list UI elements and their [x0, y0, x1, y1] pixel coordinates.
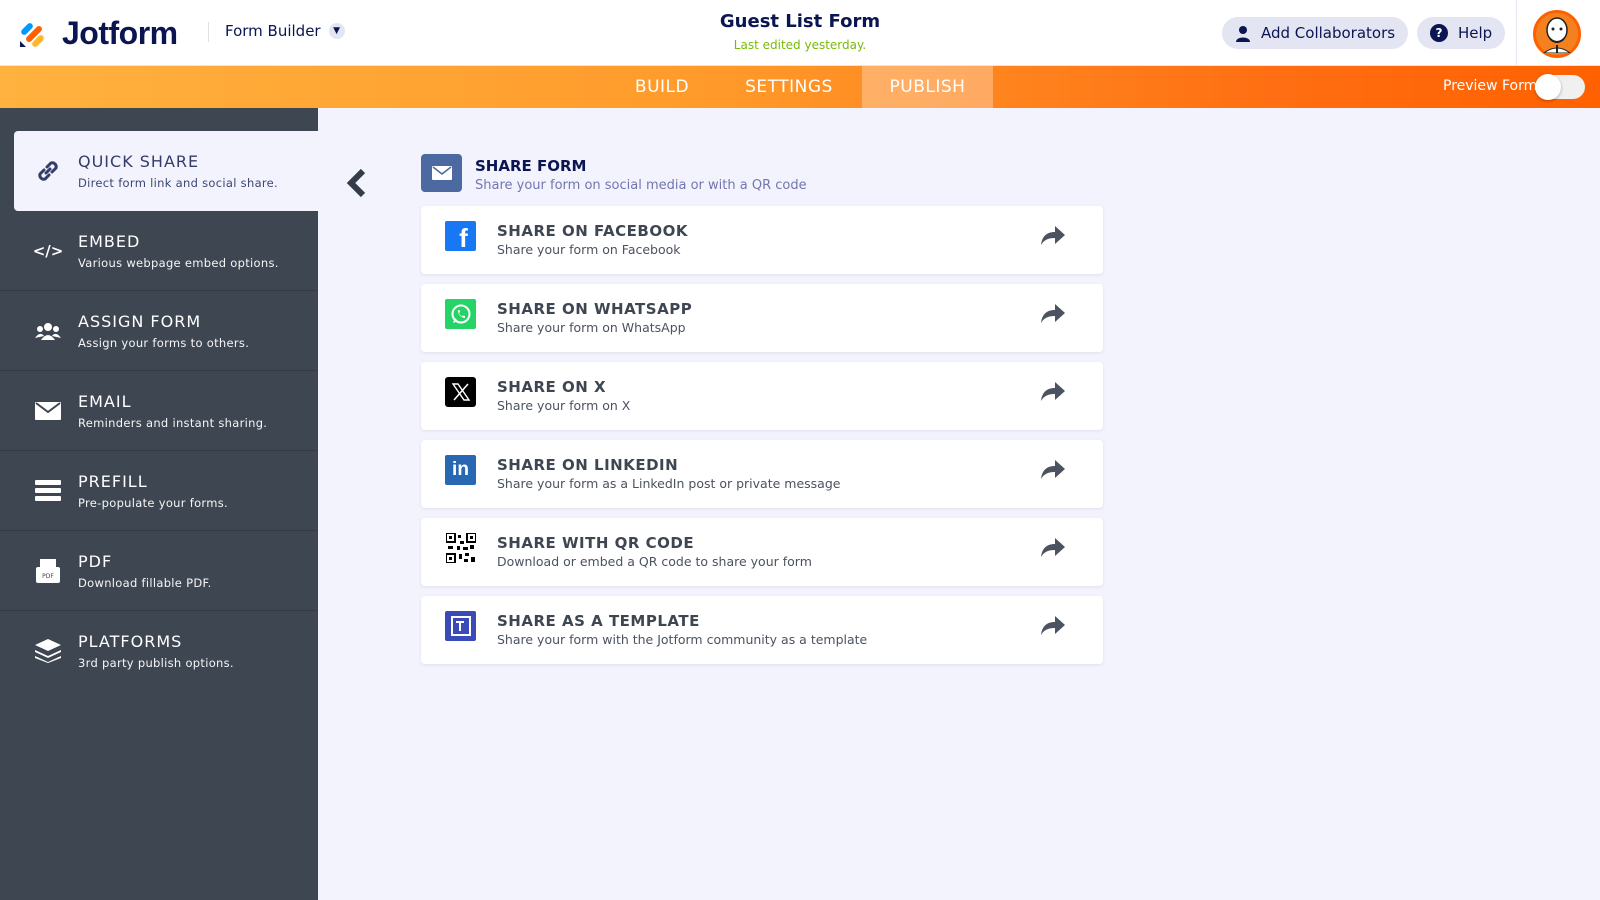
- layers-icon: [34, 637, 62, 665]
- divider: [1516, 0, 1517, 66]
- sidebar-item-assign-form[interactable]: ASSIGN FORM Assign your forms to others.: [0, 291, 318, 371]
- option-title: SHARE WITH QR CODE: [497, 534, 695, 552]
- user-avatar-icon: [1543, 17, 1571, 53]
- x-icon: [445, 377, 476, 407]
- code-icon: </>: [32, 242, 64, 260]
- pdf-icon: PDF: [34, 557, 62, 585]
- facebook-icon: f: [445, 221, 476, 251]
- sidebar-item-quick-share[interactable]: QUICK SHARE Direct form link and social …: [14, 131, 318, 211]
- option-title: SHARE ON LINKEDIN: [497, 456, 679, 474]
- top-header: Jotform Form Builder ▼ Guest List Form La…: [0, 0, 1600, 66]
- sidebar-item-platforms[interactable]: PLATFORMS 3rd party publish options.: [0, 611, 318, 691]
- option-title: SHARE AS A TEMPLATE: [497, 612, 700, 630]
- sidebar-item-label: PDF: [78, 552, 113, 571]
- sidebar-item-desc: 3rd party publish options.: [78, 656, 234, 670]
- option-title: SHARE ON WHATSAPP: [497, 300, 693, 318]
- tab-build[interactable]: BUILD: [626, 66, 698, 108]
- link-icon: [34, 157, 62, 185]
- share-qr-code-option[interactable]: SHARE WITH QR CODE Download or embed a Q…: [421, 518, 1103, 586]
- sidebar-item-prefill[interactable]: PREFILL Pre-populate your forms.: [0, 451, 318, 531]
- publish-sidebar: QUICK SHARE Direct form link and social …: [0, 108, 318, 900]
- sidebar-item-label: ASSIGN FORM: [78, 312, 202, 331]
- sidebar-item-desc: Assign your forms to others.: [78, 336, 250, 350]
- sidebar-item-label: EMAIL: [78, 392, 132, 411]
- sidebar-item-desc: Download fillable PDF.: [78, 576, 212, 590]
- form-builder-label: Form Builder: [225, 22, 321, 40]
- sidebar-item-desc: Various webpage embed options.: [78, 256, 279, 270]
- add-collaborators-button[interactable]: Add Collaborators: [1222, 17, 1409, 49]
- option-desc: Share your form as a LinkedIn post or pr…: [497, 476, 841, 491]
- divider: [208, 22, 209, 42]
- share-arrow-icon: [1041, 460, 1065, 484]
- form-builder-dropdown[interactable]: Form Builder ▼: [225, 22, 345, 40]
- jotform-logo-icon: [20, 22, 44, 47]
- jotform-logo[interactable]: Jotform: [18, 15, 178, 52]
- option-desc: Share your form on WhatsApp: [497, 320, 686, 335]
- option-desc: Share your form on Facebook: [497, 242, 681, 257]
- share-arrow-icon: [1041, 382, 1065, 406]
- sidebar-item-label: PREFILL: [78, 472, 148, 491]
- section-description: Share your form on social media or with …: [475, 178, 807, 193]
- share-whatsapp-option[interactable]: SHARE ON WHATSAPP Share your form on Wha…: [421, 284, 1103, 352]
- collapse-sidebar-button[interactable]: [345, 168, 367, 206]
- linkedin-icon: in: [445, 455, 476, 485]
- share-x-option[interactable]: SHARE ON X Share your form on X: [421, 362, 1103, 430]
- sidebar-item-desc: Pre-populate your forms.: [78, 496, 229, 510]
- envelope-icon: [421, 154, 462, 192]
- option-desc: Share your form on X: [497, 398, 631, 413]
- envelope-icon: [34, 397, 62, 425]
- share-arrow-icon: [1041, 304, 1065, 328]
- prefill-icon: [34, 477, 62, 505]
- users-icon: [34, 317, 62, 345]
- brand-name: Jotform: [62, 15, 178, 51]
- avatar[interactable]: [1533, 10, 1581, 58]
- share-linkedin-option[interactable]: in SHARE ON LINKEDIN Share your form as …: [421, 440, 1103, 508]
- svg-text:PDF: PDF: [42, 573, 54, 580]
- sidebar-item-embed[interactable]: </> EMBED Various webpage embed options.: [0, 211, 318, 291]
- help-button[interactable]: ? Help: [1417, 17, 1506, 49]
- share-template-option[interactable]: SHARE AS A TEMPLATE Share your form with…: [421, 596, 1103, 664]
- sidebar-item-pdf[interactable]: PDF PDF Download fillable PDF.: [0, 531, 318, 611]
- template-icon: [445, 611, 476, 641]
- option-title: SHARE ON FACEBOOK: [497, 222, 688, 240]
- form-title-block: Guest List Form Last edited yesterday.: [600, 11, 1000, 52]
- sidebar-item-label: QUICK SHARE: [78, 152, 200, 171]
- option-title: SHARE ON X: [497, 378, 607, 396]
- share-arrow-icon: [1041, 538, 1065, 562]
- form-title[interactable]: Guest List Form: [600, 11, 1000, 32]
- sidebar-item-desc: Direct form link and social share.: [78, 176, 279, 190]
- preview-form-label: Preview Form: [1443, 78, 1538, 94]
- help-icon: ?: [1430, 24, 1448, 42]
- sidebar-item-label: PLATFORMS: [78, 632, 183, 651]
- whatsapp-icon: [445, 299, 476, 329]
- sidebar-item-desc: Reminders and instant sharing.: [78, 416, 268, 430]
- tab-settings[interactable]: SETTINGS: [732, 66, 846, 108]
- option-desc: Download or embed a QR code to share you…: [497, 554, 812, 569]
- tab-publish[interactable]: PUBLISH: [862, 66, 993, 108]
- share-facebook-option[interactable]: f SHARE ON FACEBOOK Share your form on F…: [421, 206, 1103, 274]
- qr-code-icon: [445, 533, 476, 563]
- add-collaborators-label: Add Collaborators: [1261, 24, 1396, 42]
- sidebar-item-label: EMBED: [78, 232, 141, 251]
- user-icon: [1236, 25, 1250, 42]
- preview-form-toggle[interactable]: [1535, 74, 1585, 100]
- option-desc: Share your form with the Jotform communi…: [497, 632, 868, 647]
- share-arrow-icon: [1041, 226, 1065, 250]
- section-title: SHARE FORM: [475, 157, 587, 175]
- share-arrow-icon: [1041, 616, 1065, 640]
- chevron-down-icon: ▼: [328, 23, 345, 39]
- sidebar-item-email[interactable]: EMAIL Reminders and instant sharing.: [0, 371, 318, 451]
- last-edited: Last edited yesterday.: [733, 38, 867, 52]
- help-label: Help: [1458, 24, 1493, 42]
- builder-tab-bar: BUILD SETTINGS PUBLISH Preview Form: [0, 66, 1600, 108]
